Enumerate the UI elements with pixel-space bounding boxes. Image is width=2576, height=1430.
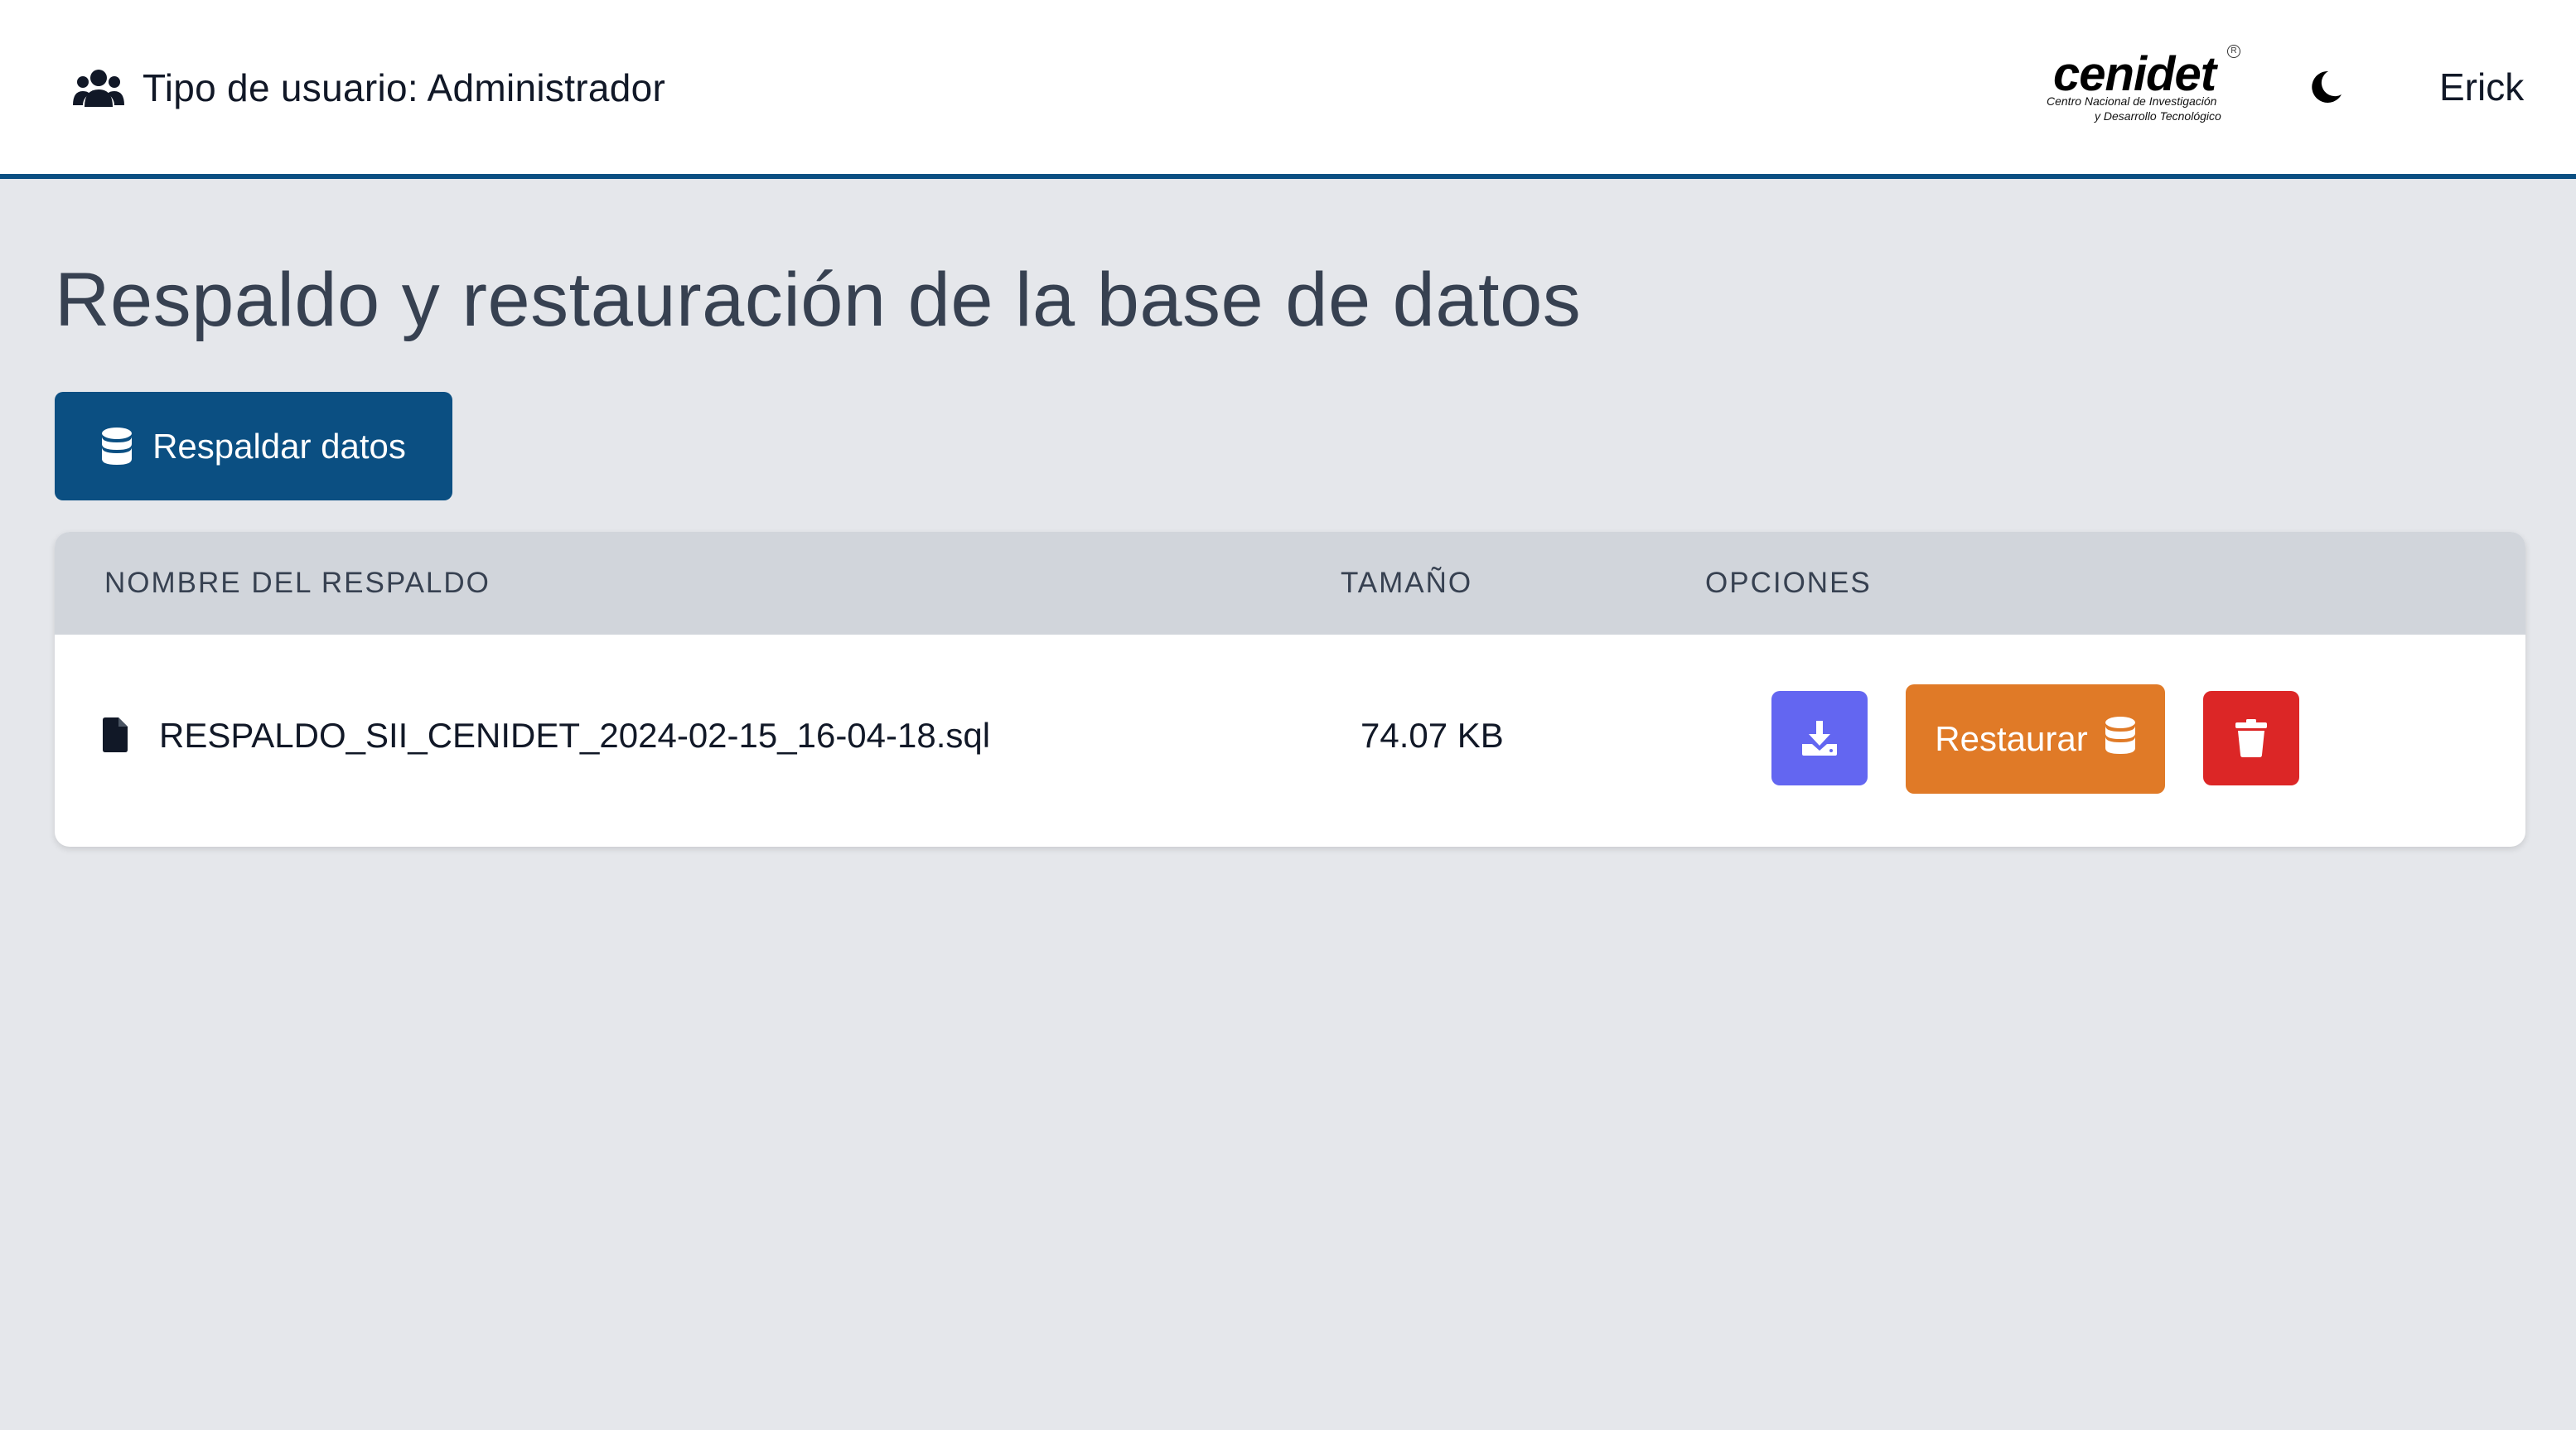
backups-table: NOMBRE DEL RESPALDO TAMAÑO OPCIONES RESP… xyxy=(55,532,2525,847)
download-button[interactable] xyxy=(1771,691,1868,785)
table-header: NOMBRE DEL RESPALDO TAMAÑO OPCIONES xyxy=(55,532,2525,635)
top-navbar: Tipo de usuario: Administrador cenidet R… xyxy=(0,0,2576,179)
backup-file-name: RESPALDO_SII_CENIDET_2024-02-15_16-04-18… xyxy=(159,716,991,755)
table-row: RESPALDO_SII_CENIDET_2024-02-15_16-04-18… xyxy=(55,635,2525,847)
trash-icon xyxy=(2235,719,2267,757)
database-icon xyxy=(102,427,133,465)
registered-mark: R xyxy=(2227,45,2240,58)
backup-button[interactable]: Respaldar datos xyxy=(55,392,452,500)
user-type-label: Tipo de usuario: Administrador xyxy=(143,66,666,109)
column-header-size: TAMAÑO xyxy=(1341,567,1473,599)
user-type-indicator: Tipo de usuario: Administrador xyxy=(73,63,665,113)
download-icon xyxy=(1802,721,1837,756)
logo-subtitle-line2: y Desarrollo Tecnológico xyxy=(2095,109,2221,123)
moon-icon[interactable] xyxy=(2308,70,2343,104)
backup-file-size: 74.07 KB xyxy=(1360,716,1504,755)
file-icon xyxy=(103,717,128,752)
backup-button-label: Respaldar datos xyxy=(152,426,406,466)
database-icon xyxy=(2105,717,2135,754)
cenidet-logo: cenidet R Centro Nacional de Investigaci… xyxy=(2043,41,2247,128)
restore-button[interactable]: Restaurar xyxy=(1906,684,2165,794)
page-title: Respaldo y restauración de la base de da… xyxy=(55,258,1582,342)
users-icon xyxy=(73,70,124,107)
column-header-name: NOMBRE DEL RESPALDO xyxy=(104,567,491,599)
delete-button[interactable] xyxy=(2203,691,2299,785)
user-menu[interactable]: Erick xyxy=(2439,65,2524,109)
column-header-options: OPCIONES xyxy=(1705,567,1872,599)
restore-button-label: Restaurar xyxy=(1935,719,2088,758)
logo-subtitle-line1: Centro Nacional de Investigación xyxy=(2047,94,2217,108)
